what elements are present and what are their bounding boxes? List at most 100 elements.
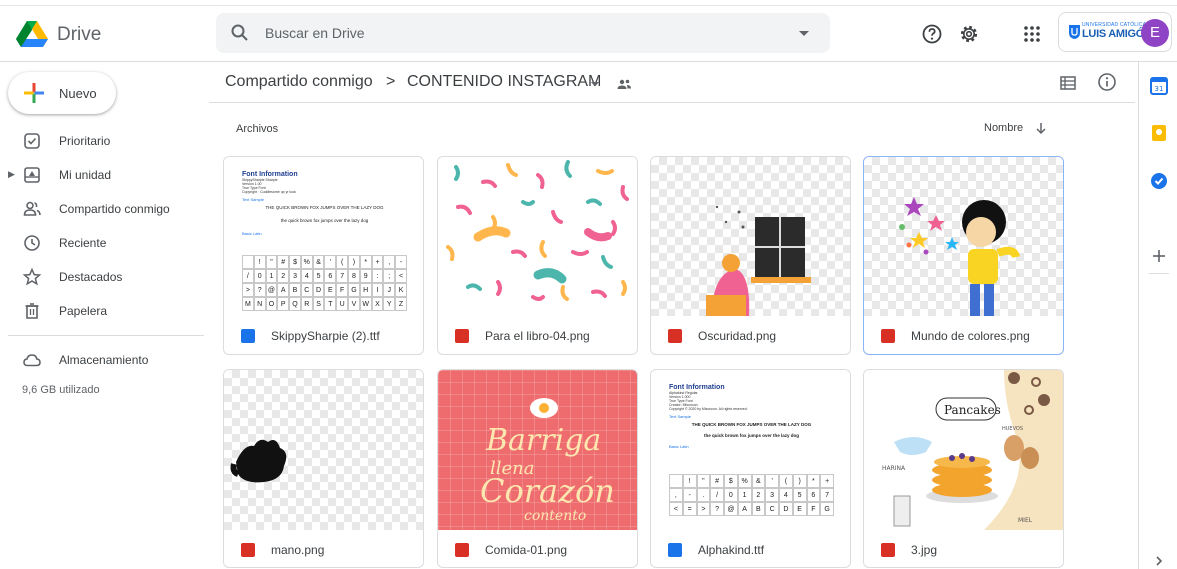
sidebar-item-label: Reciente <box>59 236 107 250</box>
lettering-word-4: contento <box>524 508 586 524</box>
keep-icon[interactable] <box>1150 124 1168 142</box>
file-card-mano[interactable]: mano.png <box>223 369 424 568</box>
file-card-alphakind[interactable]: Font Information Alphakind Regular Versi… <box>650 369 851 568</box>
image-file-icon <box>668 329 682 343</box>
drive-logo-icon[interactable] <box>16 20 48 48</box>
apps-grid-icon[interactable] <box>1021 23 1043 45</box>
font-sample-lower: the quick brown fox jumps over the lazy … <box>703 433 799 438</box>
file-name[interactable]: Comida-01.png <box>485 543 567 557</box>
file-card-footer[interactable]: Comida-01.png <box>438 530 637 567</box>
help-icon[interactable] <box>921 23 943 45</box>
font-preview-doc: Font Information Alphakind Regular Versi… <box>669 384 834 449</box>
breadcrumb-parent[interactable]: Compartido conmigo <box>225 73 373 91</box>
gear-icon[interactable] <box>958 23 980 45</box>
info-icon[interactable] <box>1097 72 1117 92</box>
tasks-icon[interactable] <box>1150 172 1168 190</box>
lettering-word-3: Corazón <box>480 472 615 510</box>
file-name[interactable]: 3.jpg <box>911 543 937 557</box>
file-card-oscuridad[interactable]: Oscuridad.png <box>650 156 851 355</box>
font-info-title: Font Information <box>669 384 725 391</box>
file-name[interactable]: Para el libro-04.png <box>485 329 590 343</box>
search-options-icon[interactable] <box>796 25 812 41</box>
sidebar-item-storage[interactable]: Almacenamiento <box>0 345 205 375</box>
my-drive-icon <box>24 167 40 183</box>
file-thumbnail[interactable] <box>864 157 1063 316</box>
avatar[interactable]: E <box>1141 19 1169 47</box>
file-thumbnail[interactable]: Font Information Alphakind Regular Versi… <box>651 370 850 530</box>
font-file-icon <box>241 329 255 343</box>
image-file-icon <box>881 329 895 343</box>
sort-direction-arrow-icon[interactable] <box>1034 121 1048 135</box>
label-miel: MIEL <box>1018 517 1033 524</box>
file-card-footer[interactable]: Mundo de colores.png <box>864 316 1063 354</box>
file-thumbnail[interactable]: Pancakes HARINA HUEVOS MIEL <box>864 370 1063 530</box>
account-switcher[interactable]: UNIVERSIDAD CATÓLICA LUIS AMIGÓ E <box>1058 12 1172 52</box>
file-card-footer[interactable]: mano.png <box>224 530 423 567</box>
file-thumbnail[interactable] <box>224 370 423 530</box>
sidebar-item-label: Almacenamiento <box>59 353 149 367</box>
file-name[interactable]: mano.png <box>271 543 324 557</box>
calendar-icon[interactable]: 31 <box>1150 77 1168 95</box>
file-thumbnail[interactable] <box>651 157 850 316</box>
font-file-icon <box>668 543 682 557</box>
file-card-skippysharpie[interactable]: Font Information SkippySharpie Sharpie V… <box>223 156 424 355</box>
file-card-para-el-libro[interactable]: Para el libro-04.png <box>437 156 638 355</box>
file-card-footer[interactable]: 3.jpg <box>864 530 1063 567</box>
file-name[interactable]: Mundo de colores.png <box>911 329 1030 343</box>
file-name[interactable]: Alphakind.ttf <box>698 543 764 557</box>
image-file-icon <box>455 543 469 557</box>
file-thumbnail[interactable]: Font Information SkippySharpie Sharpie V… <box>224 157 423 316</box>
sidebar-item-shared-with-me[interactable]: Compartido conmigo <box>0 194 205 224</box>
sidebar-item-my-drive[interactable]: ▶ Mi unidad <box>0 160 205 190</box>
organization-logo: UNIVERSIDAD CATÓLICA LUIS AMIGÓ <box>1068 21 1146 43</box>
new-button-label: Nuevo <box>59 86 97 101</box>
font-basic-latin-label: Basic Latin <box>242 231 262 236</box>
breadcrumb-current[interactable]: CONTENIDO INSTAGRAM <box>407 73 601 91</box>
font-sample-label: Text Sample <box>669 414 692 419</box>
image-file-icon <box>241 543 255 557</box>
sidebar-item-trash[interactable]: Papelera <box>0 296 205 326</box>
expand-caret-icon[interactable]: ▶ <box>8 169 15 180</box>
sidebar-item-label: Prioritario <box>59 134 111 148</box>
file-thumbnail[interactable]: Barriga llena Corazón contento <box>438 370 637 530</box>
search-icon[interactable] <box>230 23 250 43</box>
app-name[interactable]: Drive <box>57 24 101 46</box>
pancakes-title: Pancakes <box>944 403 1001 417</box>
plus-icon <box>24 83 44 103</box>
add-addon-icon[interactable] <box>1150 247 1168 265</box>
search-input[interactable]: Buscar en Drive <box>265 25 365 41</box>
file-card-footer[interactable]: SkippySharpie (2).ttf <box>224 316 423 354</box>
sidebar-item-starred[interactable]: Destacados <box>0 262 205 292</box>
file-thumbnail[interactable] <box>438 157 637 316</box>
font-info-title: Font Information <box>242 171 298 178</box>
image-file-icon <box>455 329 469 343</box>
file-card-mundo-de-colores[interactable]: Mundo de colores.png <box>863 156 1064 355</box>
new-button[interactable]: Nuevo <box>8 72 116 114</box>
sidebar-divider <box>8 335 204 336</box>
file-card-comida[interactable]: Barriga llena Corazón contento Comida-01… <box>437 369 638 568</box>
chevron-right-icon[interactable] <box>1150 552 1168 569</box>
folder-menu-caret-icon[interactable] <box>590 79 600 89</box>
section-title: Archivos <box>236 123 279 135</box>
shared-people-icon <box>23 201 41 216</box>
cloud-icon <box>23 354 41 367</box>
confetti-image <box>446 160 629 301</box>
image-file-icon <box>881 543 895 557</box>
font-sample-lower: the quick brown fox jumps over the lazy … <box>280 218 369 223</box>
file-name[interactable]: Oscuridad.png <box>698 329 776 343</box>
file-card-3jpg[interactable]: Pancakes HARINA HUEVOS MIEL 3.jpg <box>863 369 1064 568</box>
clock-icon <box>24 235 40 251</box>
file-card-footer[interactable]: Alphakind.ttf <box>651 530 850 567</box>
font-info-line: Copyright © 2020 by Misoncon. All rights… <box>669 407 748 411</box>
sidebar-item-recent[interactable]: Reciente <box>0 228 205 258</box>
sort-label[interactable]: Nombre <box>984 122 1023 134</box>
pancakes-image: Pancakes HARINA HUEVOS MIEL <box>882 370 1063 530</box>
file-card-footer[interactable]: Oscuridad.png <box>651 316 850 354</box>
search-bar[interactable]: Buscar en Drive <box>216 13 830 53</box>
file-name[interactable]: SkippySharpie (2).ttf <box>271 329 380 343</box>
file-card-footer[interactable]: Para el libro-04.png <box>438 316 637 354</box>
list-view-icon[interactable] <box>1059 74 1077 92</box>
sidebar-item-priority[interactable]: Prioritario <box>0 126 205 156</box>
storage-used-text: 9,6 GB utilizado <box>22 384 100 396</box>
glyph-grid: ! " # $% & '() * + , -./0 1 2 3 4 5 6 7 < = >? @ A B C D E F G <box>669 474 834 516</box>
